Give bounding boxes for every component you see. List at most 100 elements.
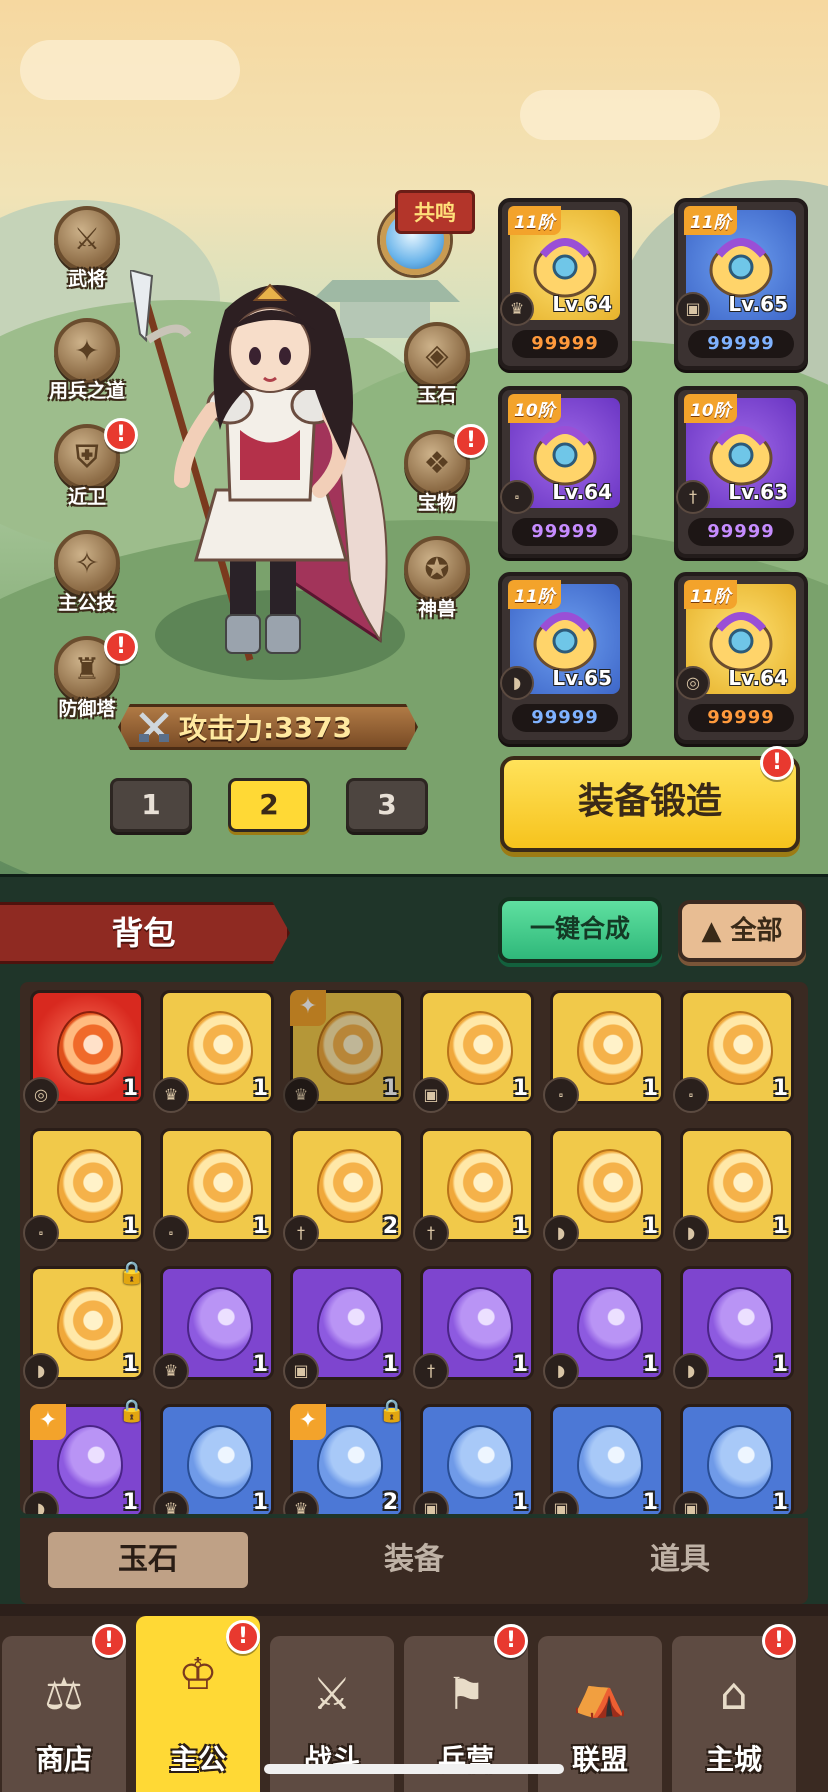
skill-icon: ✧ [54, 530, 120, 596]
bracer-icon: ◗ [543, 1353, 579, 1389]
equipment-slot-2[interactable]: 10阶 ⬞ Lv.64 99999 [498, 386, 632, 558]
nav-label: 主公 [169, 1743, 226, 1776]
armor-icon: ▣ [283, 1353, 319, 1389]
backpack-item[interactable]: ▣ 1 [413, 990, 534, 1113]
boots-icon: ⬞ [543, 1077, 579, 1113]
backpack-item[interactable]: † 1 [413, 1266, 534, 1389]
item-count: 1 [122, 1214, 138, 1239]
side-left-button-0[interactable]: ⚔ 武将 [42, 206, 132, 291]
resonate-label: 共鸣 [395, 190, 475, 234]
backpack-item[interactable]: ◗ 1 [673, 1128, 794, 1251]
item-count: 1 [772, 1214, 788, 1239]
resonate-button[interactable]: 共鸣 [380, 190, 490, 305]
backpack-item[interactable]: ◎ 1 [23, 990, 144, 1113]
sword-icon: † [283, 1215, 319, 1251]
backpack-item[interactable]: ♛ 1 [153, 990, 274, 1113]
one-click-merge-button[interactable]: 一键合成 [498, 897, 662, 963]
backpack-item[interactable]: ⬞ 1 [153, 1128, 274, 1251]
backpack-item[interactable]: ♛ 1 ✦ [283, 990, 404, 1113]
backpack-item[interactable]: ♛ 1 [153, 1266, 274, 1389]
item-count: 1 [122, 1352, 138, 1377]
star-icon: ✦ [290, 990, 326, 1026]
nav-city[interactable]: ⌂ 主城 [672, 1636, 796, 1792]
item-count: 2 [382, 1214, 398, 1239]
jade-stone-icon [577, 1425, 643, 1499]
equipment-level: Lv.65 [728, 292, 788, 316]
equipment-score: 99999 [512, 330, 618, 358]
loadout-tab-3[interactable]: 3 [346, 778, 428, 832]
backpack-item[interactable]: ⬞ 1 [673, 990, 794, 1113]
sword-icon: † [413, 1215, 449, 1251]
equipment-slot-4[interactable]: 11阶 ◗ Lv.65 99999 [498, 572, 632, 744]
backpack-item[interactable]: ♛ 2 ✦ 🔒 [283, 1399, 406, 1514]
equipment-slot-1[interactable]: 11阶 ▣ Lv.65 99999 [674, 198, 808, 370]
backpack-item[interactable]: ◗ 1 [673, 1266, 794, 1389]
jade-stone-icon [447, 1149, 513, 1223]
bracer-icon: ◗ [673, 1215, 709, 1251]
equipment-level: Lv.65 [552, 666, 612, 690]
backpack-item[interactable]: ⬞ 1 [23, 1128, 144, 1251]
item-count: 1 [512, 1352, 528, 1377]
backpack-item[interactable]: ◗ 1 [543, 1266, 664, 1389]
side-right-button-0[interactable]: ◈ 玉石 [392, 322, 482, 407]
equipment-slot-5[interactable]: 11阶 ◎ Lv.64 99999 [674, 572, 808, 744]
equipment-rank: 11阶 [684, 206, 737, 235]
jade-stone-icon [187, 1287, 253, 1361]
backpack-subtabs: 玉石 装备 道具 [20, 1518, 808, 1604]
cloud [20, 40, 240, 100]
jade-stone-icon [187, 1011, 253, 1085]
side-left-button-1[interactable]: ✦ 用兵之道 [42, 318, 132, 403]
star-icon: ✦ [30, 1404, 66, 1440]
jade-stone-icon [447, 1287, 513, 1361]
backpack-item[interactable]: ◗ 1 ✦ 🔒 [23, 1399, 146, 1514]
helmet-icon: ♛ [283, 1077, 319, 1113]
helmet-icon: ♛ [500, 292, 534, 326]
side-right-button-2[interactable]: ✪ 神兽 [392, 536, 482, 621]
backpack-item[interactable]: ▣ 1 [283, 1266, 404, 1389]
helmet-icon: ♛ [153, 1077, 189, 1113]
equipment-slot-3[interactable]: 10阶 † Lv.63 99999 [674, 386, 808, 558]
bracer-icon: ◗ [673, 1353, 709, 1389]
subtab-equipment[interactable]: 装备 [314, 1532, 514, 1588]
home-indicator [264, 1764, 564, 1774]
loadout-tab-1[interactable]: 1 [110, 778, 192, 832]
nav-label: 主城 [705, 1743, 762, 1776]
equipment-forge-button[interactable]: 装备锻造 [500, 756, 800, 852]
sword-icon: † [676, 480, 710, 514]
backpack-item[interactable]: ⬞ 1 [543, 990, 664, 1113]
equipment-rank: 10阶 [684, 394, 737, 423]
item-count: 1 [252, 1490, 268, 1514]
backpack-item[interactable]: ▣ 1 [413, 1404, 534, 1514]
boots-icon: ⬞ [500, 480, 534, 514]
item-count: 1 [252, 1352, 268, 1377]
equipment-score: 99999 [688, 704, 794, 732]
nav-alert-badge: ! [226, 1620, 260, 1654]
backpack-item[interactable]: ◗ 1 [543, 1128, 664, 1251]
subtab-items[interactable]: 道具 [580, 1532, 780, 1588]
backpack-item[interactable]: † 1 [413, 1128, 534, 1251]
filter-all-button[interactable]: ▲ 全部 [678, 900, 806, 962]
equipment-slot-0[interactable]: 11阶 ♛ Lv.64 99999 [498, 198, 632, 370]
item-count: 1 [512, 1490, 528, 1514]
nav-shop[interactable]: ⚖ 商店 [2, 1636, 126, 1792]
side-left-button-3[interactable]: ✧ 主公技 [42, 530, 132, 615]
bracer-icon: ◗ [543, 1215, 579, 1251]
backpack-item[interactable]: † 2 [283, 1128, 404, 1251]
backpack-title: 背包 [0, 902, 290, 964]
loadout-tab-2[interactable]: 2 [228, 778, 310, 832]
armor-icon: ▣ [673, 1491, 709, 1514]
battle-icon: ⚔ [312, 1668, 352, 1720]
boots-icon: ⬞ [673, 1077, 709, 1113]
equipment-score: 99999 [512, 518, 618, 546]
hero-character[interactable] [130, 270, 410, 680]
subtab-jade[interactable]: 玉石 [48, 1532, 248, 1588]
jade-stone-icon [57, 1425, 123, 1499]
item-count: 1 [772, 1352, 788, 1377]
backpack-item[interactable]: ▣ 1 [543, 1404, 664, 1514]
jade-stone-icon [317, 1425, 383, 1499]
backpack-item[interactable]: ◗ 1 🔒 [23, 1261, 146, 1389]
backpack-item[interactable]: ▣ 1 [673, 1404, 794, 1514]
backpack-item[interactable]: ♛ 1 [153, 1404, 274, 1514]
crossed-swords-icon [139, 712, 169, 742]
equipment-rank: 10阶 [508, 394, 561, 423]
